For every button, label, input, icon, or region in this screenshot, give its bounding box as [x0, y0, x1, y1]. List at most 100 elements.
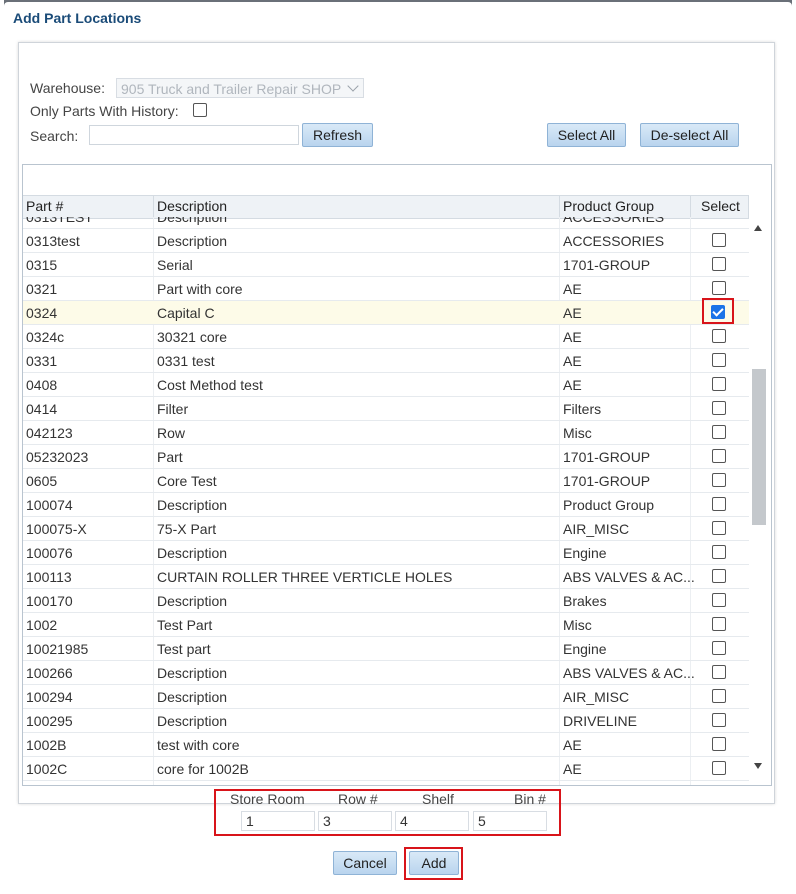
part-number-cell: 1002B — [26, 737, 67, 753]
row-number-input[interactable]: 3 — [318, 811, 392, 831]
table-row[interactable]: 0324 Capital C AE — [23, 298, 749, 325]
row-select-checkbox[interactable] — [711, 305, 725, 319]
row-select-checkbox[interactable] — [712, 449, 726, 463]
row-select-checkbox[interactable] — [712, 329, 726, 343]
table-row-partial[interactable]: 0313TEST Description ACCESSORIES — [23, 217, 749, 229]
part-number-cell: 0313TEST — [26, 217, 93, 225]
table-row[interactable]: 100295 Description DRIVELINE — [23, 709, 749, 733]
row-select-checkbox[interactable] — [712, 689, 726, 703]
part-number-cell: 0605 — [26, 473, 58, 489]
col-separator — [748, 196, 749, 218]
description-cell: Part with core — [157, 281, 243, 297]
search-label: Search: — [30, 128, 79, 144]
table-row[interactable]: 0315 Serial 1701-GROUP — [23, 253, 749, 277]
table-row[interactable]: 100074 Description Product Group — [23, 493, 749, 517]
shelf-input[interactable]: 4 — [395, 811, 469, 831]
row-select-checkbox[interactable] — [712, 665, 726, 679]
row-select-checkbox[interactable] — [712, 737, 726, 751]
warehouse-select[interactable]: 905 Truck and Trailer Repair SHOP — [116, 78, 364, 98]
product-group-cell: AIR_MISC — [563, 689, 630, 705]
row-select-checkbox[interactable] — [712, 569, 726, 583]
row-select-checkbox[interactable] — [712, 401, 726, 415]
grid-scrollbar[interactable] — [749, 217, 769, 785]
table-row[interactable]: 100294 Description AIR_MISC — [23, 685, 749, 709]
part-number-cell: 0321 — [26, 281, 58, 297]
table-row[interactable]: 0408 Cost Method test AE — [23, 373, 749, 397]
cancel-button[interactable]: Cancel — [333, 851, 397, 875]
scroll-down-icon[interactable] — [754, 763, 762, 769]
table-row[interactable]: 100113 CURTAIN ROLLER THREE VERTICLE HOLE… — [23, 565, 749, 589]
background-app-right-strip — [792, 0, 796, 894]
col-select[interactable]: Select — [701, 198, 740, 214]
bin-number-label: Bin # — [514, 791, 546, 807]
description-cell: Filter — [157, 401, 189, 417]
description-cell: Serial — [157, 257, 193, 273]
row-select-checkbox[interactable] — [712, 641, 726, 655]
product-group-cell: 1701-GROUP — [563, 257, 651, 273]
table-row[interactable]: 0321 Part with core AE — [23, 277, 749, 301]
table-row[interactable]: 042123 Row Misc — [23, 421, 749, 445]
deselect-all-button[interactable]: De-select All — [640, 123, 739, 147]
bin-number-input[interactable]: 5 — [473, 811, 547, 831]
table-row[interactable]: 0605 Core Test 1701-GROUP — [23, 469, 749, 493]
table-row[interactable]: 100266 Description ABS VALVES & AC... — [23, 661, 749, 685]
table-row[interactable]: 1002 Test Part Misc — [23, 613, 749, 637]
scroll-up-icon[interactable] — [754, 225, 762, 231]
table-row[interactable]: 05232023 Part 1701-GROUP — [23, 445, 749, 469]
row-select-checkbox[interactable] — [712, 761, 726, 775]
col-description[interactable]: Description — [157, 198, 227, 214]
product-group-cell: ABS VALVES & AC... — [563, 665, 695, 681]
part-number-cell: 0414 — [26, 401, 58, 417]
description-cell: Description — [157, 497, 228, 513]
table-row[interactable]: 100170 Description Brakes — [23, 589, 749, 613]
row-select-checkbox[interactable] — [712, 425, 726, 439]
history-label: Only Parts With History: — [30, 103, 179, 119]
description-cell: CURTAIN ROLLER THREE VERTICLE HOLES — [157, 569, 453, 585]
table-row[interactable]: 0324c 30321 core AE — [23, 325, 749, 349]
table-row[interactable]: 100076 Description Engine — [23, 541, 749, 565]
part-number-cell: 0324c — [26, 329, 65, 345]
history-checkbox[interactable] — [193, 103, 207, 117]
table-row[interactable]: 1002B test with core AE — [23, 733, 749, 757]
row-select-checkbox[interactable] — [712, 521, 726, 535]
store-room-label: Store Room — [230, 791, 305, 807]
refresh-button[interactable]: Refresh — [302, 123, 373, 147]
store-room-input[interactable]: 1 — [241, 811, 315, 831]
dialog-title: Add Part Locations — [13, 10, 142, 26]
table-row[interactable]: 1002C core for 1002B AE — [23, 757, 749, 781]
col-part-number[interactable]: Part # — [26, 198, 63, 214]
add-button[interactable]: Add — [409, 851, 459, 875]
part-number-cell: 100074 — [26, 497, 73, 513]
part-number-cell: 1002 — [26, 617, 58, 633]
row-select-checkbox[interactable] — [712, 617, 726, 631]
search-input[interactable] — [89, 125, 299, 145]
row-select-checkbox[interactable] — [712, 233, 726, 247]
table-row[interactable]: 10021985 Test part Engine — [23, 637, 749, 661]
table-row[interactable]: 0331 0331 test AE — [23, 349, 749, 373]
parts-grid: Part # Description Product Group Select … — [22, 164, 772, 786]
table-row[interactable]: 0313test Description ACCESSORIES — [23, 229, 749, 253]
row-select-checkbox[interactable] — [712, 473, 726, 487]
product-group-cell: ACCESSORIES — [563, 233, 665, 249]
row-select-checkbox[interactable] — [712, 713, 726, 727]
product-group-cell: AE — [563, 305, 582, 321]
row-select-checkbox[interactable] — [712, 545, 726, 559]
description-cell: Description — [157, 593, 228, 609]
scroll-thumb[interactable] — [752, 369, 766, 525]
table-row[interactable]: 0414 Filter Filters — [23, 397, 749, 421]
product-group-cell: AE — [563, 353, 582, 369]
row-select-checkbox[interactable] — [712, 281, 726, 295]
col-product-group[interactable]: Product Group — [563, 198, 654, 214]
table-row[interactable]: 100075-X 75-X Part AIR_MISC — [23, 517, 749, 541]
row-select-checkbox[interactable] — [712, 497, 726, 511]
row-select-checkbox[interactable] — [712, 353, 726, 367]
select-all-button[interactable]: Select All — [547, 123, 626, 147]
grid-header: Part # Description Product Group Select — [23, 195, 749, 219]
part-number-cell: 0408 — [26, 377, 58, 393]
row-select-checkbox[interactable] — [712, 377, 726, 391]
row-select-checkbox[interactable] — [712, 257, 726, 271]
row-number-label: Row # — [338, 791, 378, 807]
row-select-checkbox[interactable] — [712, 593, 726, 607]
part-number-cell: 0313test — [26, 233, 80, 249]
part-number-cell: 100266 — [26, 665, 73, 681]
